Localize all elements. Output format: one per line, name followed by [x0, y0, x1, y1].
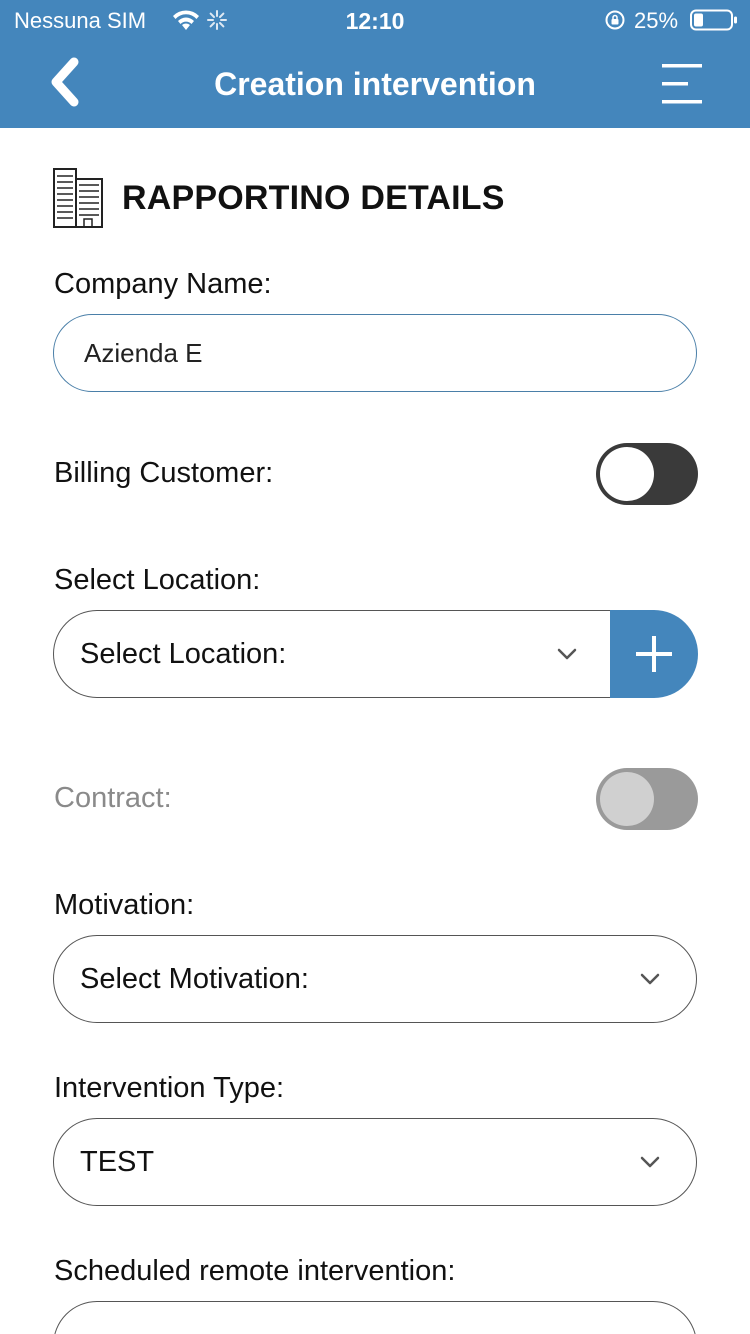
plus-icon	[636, 636, 672, 672]
toggle-knob	[600, 447, 654, 501]
chevron-down-icon	[640, 1156, 660, 1168]
motivation-select[interactable]: Select Motivation:	[53, 935, 697, 1023]
section-title: RAPPORTINO DETAILS	[122, 178, 505, 217]
battery-percent: 25%	[634, 8, 679, 33]
chevron-down-icon	[640, 973, 660, 985]
status-bar: Nessuna SIM 12:10 25%	[0, 0, 750, 40]
nav-header: Creation intervention	[0, 40, 750, 128]
section-header: RAPPORTINO DETAILS	[52, 166, 505, 230]
contract-toggle[interactable]	[596, 768, 698, 830]
building-icon	[53, 168, 103, 228]
add-location-button[interactable]	[610, 610, 698, 698]
scheduled-remote-select[interactable]	[53, 1301, 697, 1334]
contract-label: Contract:	[54, 782, 172, 814]
intervention-type-value: TEST	[80, 1145, 155, 1178]
company-name-value: Azienda E	[84, 337, 203, 368]
page-title: Creation intervention	[214, 66, 536, 102]
top-bar: Nessuna SIM 12:10 25% Creation intervent…	[0, 0, 750, 128]
intervention-type-select[interactable]: TEST	[53, 1118, 697, 1206]
orientation-lock-icon	[605, 10, 625, 30]
battery-icon	[690, 9, 737, 31]
location-select[interactable]: Select Location:	[53, 610, 613, 698]
intervention-type-label: Intervention Type:	[54, 1072, 285, 1104]
location-select-value: Select Location:	[80, 637, 287, 670]
company-name-field[interactable]: Azienda E	[53, 314, 697, 392]
motivation-label: Motivation:	[54, 889, 195, 921]
motivation-select-value: Select Motivation:	[80, 962, 309, 995]
select-location-label: Select Location:	[54, 564, 261, 596]
menu-icon	[662, 64, 702, 104]
company-name-label: Company Name:	[54, 268, 272, 300]
billing-customer-toggle[interactable]	[596, 443, 698, 505]
menu-button[interactable]	[654, 58, 710, 110]
scheduled-remote-label: Scheduled remote intervention:	[54, 1255, 456, 1287]
toggle-knob	[600, 772, 654, 826]
chevron-down-icon	[557, 648, 577, 660]
billing-customer-label: Billing Customer:	[54, 457, 274, 489]
